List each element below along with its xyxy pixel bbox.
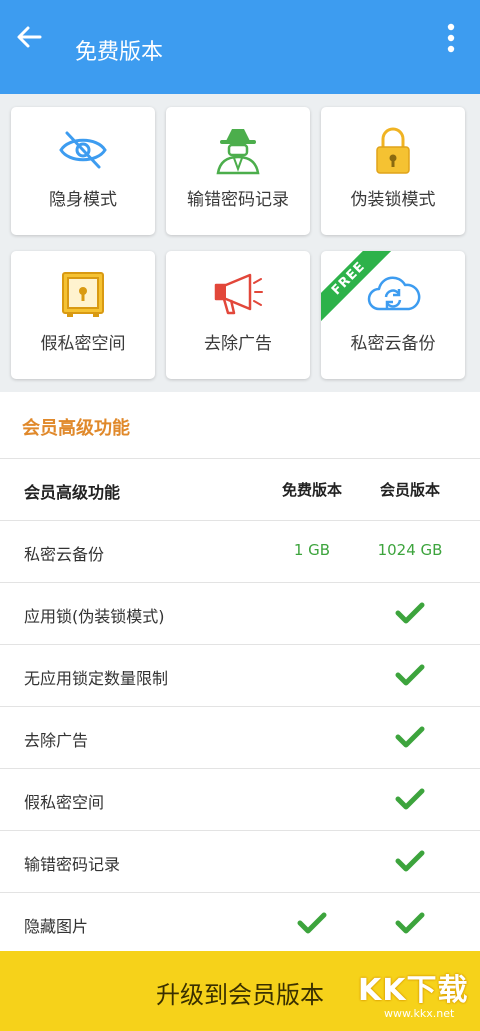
feature-card-wrong-password-log[interactable]: 输错密码记录 bbox=[166, 107, 310, 235]
table-row: 应用锁(伪装锁模式) bbox=[0, 582, 480, 645]
section-title: 会员高级功能 bbox=[22, 418, 130, 439]
table-header: 会员高级功能 免费版本 会员版本 bbox=[0, 458, 480, 521]
row-vip-value: 1024 GB bbox=[377, 541, 443, 559]
row-feature: 假私密空间 bbox=[24, 793, 105, 812]
watermark-text: KK下载 bbox=[358, 973, 469, 1008]
row-feature: 隐藏图片 bbox=[24, 917, 89, 936]
page-title: 免费版本 bbox=[75, 40, 164, 65]
check-icon bbox=[395, 726, 425, 748]
header-vip: 会员版本 bbox=[379, 481, 440, 499]
upgrade-button[interactable]: 升级到会员版本 KK下载 www.kkx.net bbox=[0, 951, 480, 1031]
feature-label: 假私密空间 bbox=[40, 334, 126, 354]
check-icon bbox=[395, 788, 425, 810]
feature-card-remove-ads[interactable]: 去除广告 bbox=[166, 251, 310, 379]
feature-card-fake-lock-mode[interactable]: 伪装锁模式 bbox=[321, 107, 465, 235]
back-arrow-icon[interactable] bbox=[14, 22, 44, 52]
site-watermark: KK下载 www.kkx.net bbox=[354, 965, 474, 1025]
row-feature: 私密云备份 bbox=[24, 545, 105, 564]
row-feature: 无应用锁定数量限制 bbox=[24, 669, 169, 688]
premium-comparison-panel: 会员高级功能 会员高级功能 免费版本 会员版本 私密云备份 1 GB 1024 … bbox=[0, 392, 480, 951]
feature-card-stealth-mode[interactable]: 隐身模式 bbox=[11, 107, 155, 235]
table-row: 输错密码记录 bbox=[0, 830, 480, 893]
spy-icon bbox=[216, 129, 260, 175]
megaphone-icon bbox=[214, 273, 263, 315]
feature-label: 隐身模式 bbox=[49, 190, 117, 210]
check-icon bbox=[297, 912, 327, 934]
feature-grid: 隐身模式 输错密码记录 伪装锁模式 假私密空间 去除广告 FREE 私密云备份 bbox=[0, 94, 480, 392]
header-feature: 会员高级功能 bbox=[24, 483, 121, 502]
feature-label: 伪装锁模式 bbox=[350, 190, 436, 210]
feature-label: 输错密码记录 bbox=[187, 190, 289, 210]
check-icon bbox=[395, 850, 425, 872]
watermark-url: www.kkx.net bbox=[384, 1007, 455, 1020]
header-free: 免费版本 bbox=[281, 481, 342, 499]
row-free-value: 1 GB bbox=[293, 541, 331, 559]
table-row: 假私密空间 bbox=[0, 768, 480, 831]
row-feature: 应用锁(伪装锁模式) bbox=[24, 607, 165, 626]
hidden-eye-icon bbox=[59, 131, 107, 169]
app-bar: 免费版本 bbox=[0, 0, 480, 94]
row-feature: 输错密码记录 bbox=[24, 855, 121, 874]
table-row: 私密云备份 1 GB 1024 GB bbox=[0, 520, 480, 583]
more-options-icon[interactable] bbox=[440, 22, 462, 54]
feature-card-fake-private-space[interactable]: 假私密空间 bbox=[11, 251, 155, 379]
check-icon bbox=[395, 664, 425, 686]
table-row: 去除广告 bbox=[0, 706, 480, 769]
table-row: 无应用锁定数量限制 bbox=[0, 644, 480, 707]
cloud-sync-icon bbox=[367, 276, 421, 311]
row-feature: 去除广告 bbox=[24, 731, 89, 750]
feature-label: 私密云备份 bbox=[350, 334, 436, 354]
safe-icon bbox=[62, 272, 104, 317]
check-icon bbox=[395, 602, 425, 624]
table-row: 隐藏图片 bbox=[0, 892, 480, 955]
check-icon bbox=[395, 912, 425, 934]
feature-card-private-cloud-backup[interactable]: FREE 私密云备份 bbox=[321, 251, 465, 379]
padlock-icon bbox=[376, 127, 410, 174]
feature-label: 去除广告 bbox=[204, 334, 272, 354]
